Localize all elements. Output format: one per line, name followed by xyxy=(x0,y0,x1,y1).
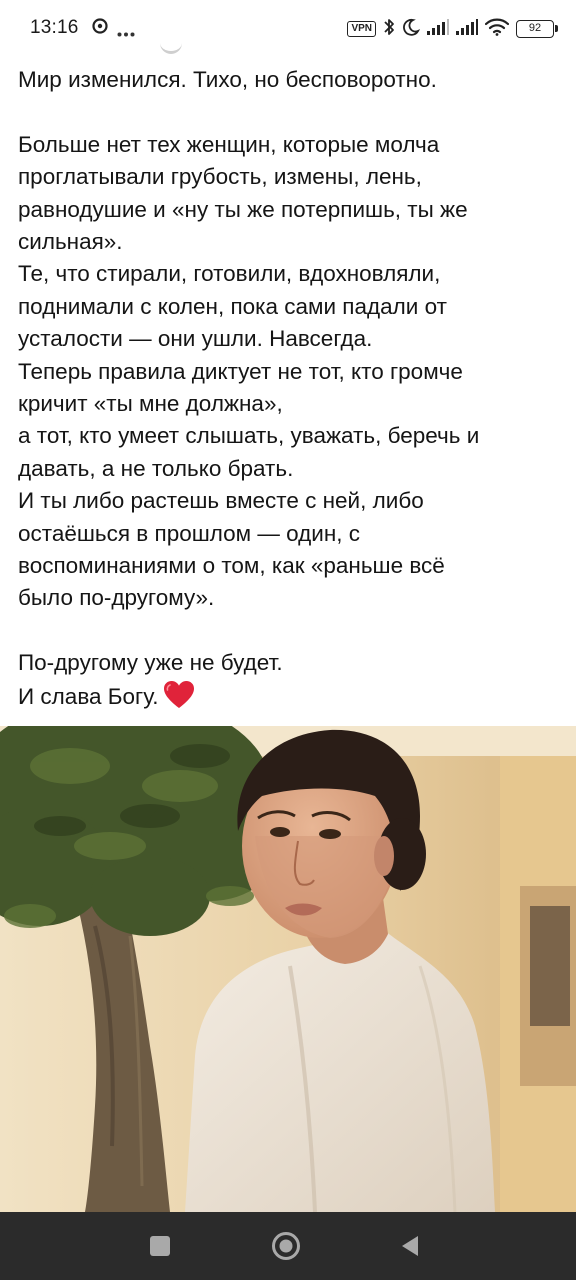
signal-icon xyxy=(427,18,449,40)
text-line: Мир изменился. Тихо, но бесповоротно. xyxy=(18,67,437,92)
recents-square-icon xyxy=(150,1236,170,1256)
status-icons: VPN 92 xyxy=(347,16,558,42)
text-line: кричит «ты мне должна», xyxy=(18,391,283,417)
back-button[interactable] xyxy=(388,1226,432,1266)
paragraph-2: Больше нет тех женщин, которые молча про… xyxy=(18,129,562,615)
text-line: равнодушие и «ну ты же потерпишь, ты же xyxy=(18,196,468,222)
clock: 13:16 xyxy=(30,17,79,38)
bluetooth-icon xyxy=(383,17,395,42)
text-line: усталости — они ушли. Навсегда. xyxy=(18,326,373,352)
recents-button[interactable] xyxy=(138,1226,182,1266)
status-bar: 13:16 VPN 92 xyxy=(0,0,576,58)
text-line: сильная». xyxy=(18,229,123,255)
text-line: поднимали с колен, пока сами падали от xyxy=(18,293,447,319)
home-circle-icon xyxy=(272,1232,300,1260)
navigation-bar xyxy=(0,1212,576,1280)
text-line: давать, а не только брать. xyxy=(18,455,294,481)
text-line: Те, что стирали, готовили, вдохновляли, xyxy=(18,261,441,287)
text-line-last: И слава Богу. xyxy=(18,680,562,719)
woman-portrait-photo[interactable] xyxy=(0,726,576,1212)
text-line: И ты либо растешь вместе с ней, либо xyxy=(18,488,424,514)
app-notification-icon xyxy=(92,18,108,39)
paragraph-3: По-другому уже не будет. И слава Богу. xyxy=(18,647,562,719)
text-line: а тот, кто умеет слышать, уважать, береч… xyxy=(18,423,480,449)
vpn-badge: VPN xyxy=(347,21,376,37)
back-triangle-icon xyxy=(402,1236,418,1256)
text-line: По-другому уже не будет. xyxy=(18,650,283,676)
wifi-icon xyxy=(484,18,510,41)
text-line: Теперь правила диктует не тот, кто громч… xyxy=(18,358,463,384)
do-not-disturb-moon-icon xyxy=(402,18,421,41)
paragraph-1: Мир изменился. Тихо, но бесповоротно. xyxy=(18,64,562,96)
more-notifications-icon xyxy=(117,24,135,42)
text-line: остаёшься в прошлом — один, с xyxy=(18,520,361,546)
battery-indicator: 92 xyxy=(516,20,558,38)
text-line: воспоминаниями о том, как «раньше всё xyxy=(18,553,445,579)
post-text: Мир изменился. Тихо, но бесповоротно. Бо… xyxy=(18,64,562,719)
red-heart-icon xyxy=(163,680,195,719)
text-line: было по-другому». xyxy=(18,585,215,611)
signal-icon xyxy=(456,18,478,40)
home-button[interactable] xyxy=(264,1226,308,1266)
text-line: проглатывали грубость, измены, лень, xyxy=(18,164,422,190)
text-line: Больше нет тех женщин, которые молча xyxy=(18,131,440,157)
text-line: И слава Богу. xyxy=(18,683,159,709)
